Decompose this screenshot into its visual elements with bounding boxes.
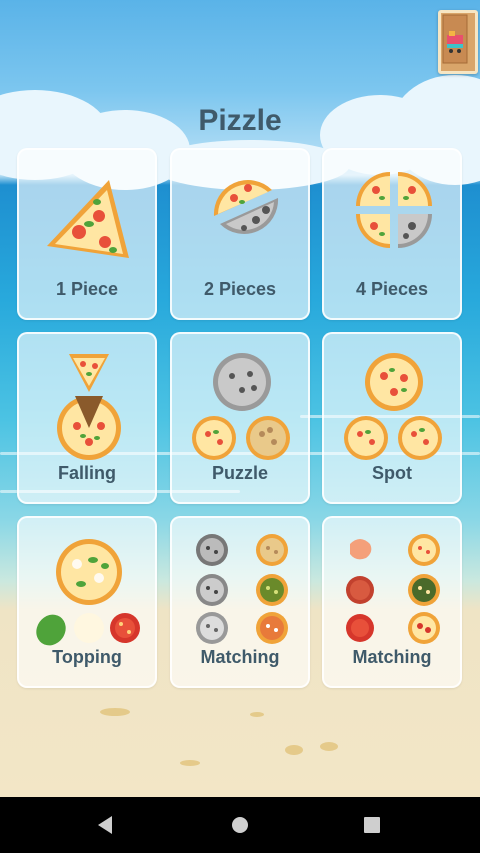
sand-spot	[100, 708, 130, 716]
train-box-icon	[442, 14, 468, 64]
app-title: Pizzle	[198, 104, 282, 137]
mode-label: Matching	[200, 647, 280, 667]
mode-label: 4 Pieces	[355, 279, 429, 299]
sand-spot	[285, 745, 303, 755]
gray-pizza-icon	[196, 534, 228, 644]
mode-label: Puzzle	[211, 463, 268, 483]
mode-label: Spot	[372, 463, 412, 483]
mode-card-puzzle[interactable]: Puzzle	[170, 332, 310, 504]
mode-card-1-piece[interactable]: 1 Piece	[17, 148, 157, 320]
mode-card-spot[interactable]: Spot	[322, 332, 462, 504]
mode-card-topping[interactable]: Topping	[17, 516, 157, 688]
mode-card-falling[interactable]: Falling	[17, 332, 157, 504]
train-box-button[interactable]	[438, 10, 478, 74]
sand-spot	[320, 742, 338, 751]
mode-label: Topping	[52, 647, 122, 667]
mode-label: 2 Pieces	[203, 279, 277, 299]
pizza-topping-icon	[36, 539, 140, 646]
mode-label: Matching	[352, 647, 432, 667]
recents-icon[interactable]	[358, 811, 386, 839]
topping-matching-icon	[346, 534, 440, 644]
android-nav-bar	[0, 797, 480, 853]
mode-label: 1 Piece	[55, 279, 119, 299]
mode-card-4-pieces[interactable]: 4 Pieces	[322, 148, 462, 320]
mode-card-matching-pizzas[interactable]: Matching	[170, 516, 310, 688]
home-icon[interactable]	[226, 811, 254, 839]
falling-slice-icon	[57, 354, 121, 460]
back-icon[interactable]	[92, 811, 120, 839]
sand-spot	[250, 712, 264, 717]
sand-spot	[180, 760, 200, 766]
pizza-matching-icon	[196, 534, 288, 644]
pizza-slice-icon	[47, 180, 129, 258]
mode-card-2-pieces[interactable]: 2 Pieces	[170, 148, 310, 320]
pizza-spot-icon	[344, 353, 442, 460]
pizza-halves-icon	[213, 180, 279, 234]
mode-label: Falling	[58, 463, 116, 483]
pizza-puzzle-icon	[192, 353, 290, 460]
mode-card-matching-toppings[interactable]: Matching	[322, 516, 462, 688]
pizza-quarters-icon	[356, 172, 432, 248]
